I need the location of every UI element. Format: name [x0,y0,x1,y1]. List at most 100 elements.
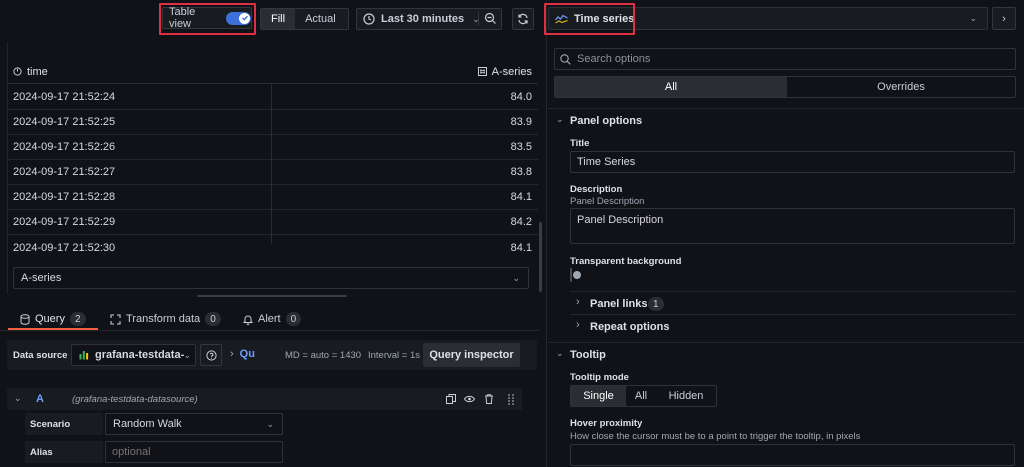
time-column-header[interactable]: time [13,66,48,78]
trash-icon[interactable] [484,394,494,404]
chevron-down-icon[interactable]: ⌄ [556,114,564,125]
vertical-scrollbar[interactable] [539,222,542,292]
alert-count-badge: 0 [285,312,302,326]
table-row: 2024-09-17 21:52:26 83.5 [8,135,538,160]
tabs-divider [0,330,540,331]
visualization-label: Time series [574,12,635,25]
tooltip-mode-label: Tooltip mode [570,372,629,383]
clock-icon [363,13,375,25]
fill-actual-group: Fill Actual [260,8,349,30]
collapse-chevron-icon[interactable]: ⌄ [14,393,22,404]
series-column-header[interactable]: A-series [477,66,532,78]
column-divider [271,84,272,244]
tooltip-title[interactable]: Tooltip [570,349,606,361]
table-row: 2024-09-17 21:52:25 83.9 [8,110,538,135]
tooltip-mode-all[interactable]: All [626,386,656,406]
check-icon [239,12,250,24]
chevron-right-icon[interactable]: › [576,319,580,331]
panel-links-title[interactable]: Panel links [590,298,647,310]
search-icon [560,53,571,65]
fill-button[interactable]: Fill [261,9,296,29]
table-row: 2024-09-17 21:52:27 83.8 [8,160,538,185]
max-data-points-text: MD = auto = 1430 [285,350,362,361]
options-tab-group: All Overrides [554,76,1016,98]
table-row: 2024-09-17 21:52:28 84.1 [8,185,538,210]
title-label: Title [570,138,590,149]
alias-input[interactable] [105,441,283,463]
chevron-right-icon: › [1002,12,1006,25]
chevron-right-icon[interactable]: › [576,296,580,308]
bell-icon [243,314,253,325]
pane-resize-handle[interactable] [197,295,347,297]
table-row: 2024-09-17 21:52:29 84.2 [8,210,538,235]
tab-query[interactable]: Query 2 [20,312,86,326]
section-divider [570,291,1015,292]
table-view-switch[interactable] [226,11,251,25]
search-placeholder: Search options [577,53,651,65]
actual-button[interactable]: Actual [295,13,346,25]
table-view-toggle-button[interactable]: Table view [162,6,252,30]
chevron-down-icon: ⌄ [183,349,191,360]
transform-count-badge: 0 [205,312,221,326]
chevron-down-icon[interactable]: ⌄ [556,348,564,359]
table-panel: time A-series 2024-09-17 21:52:24 84.0 20… [7,42,538,294]
tooltip-mode-group: Single All Hidden [570,385,717,407]
query-count-badge: 2 [69,312,86,326]
scenario-label-box: Scenario [25,413,103,435]
tooltip-mode-single[interactable]: Single [571,386,626,406]
scenario-label: Scenario [30,418,71,430]
query-source-text: (grafana-testdata-datasource) [72,394,198,405]
alias-label-box: Alias [25,441,103,463]
grafana-testdata-icon [79,350,89,360]
time-range-label: Last 30 minutes [381,13,465,25]
collapse-options-button[interactable]: › [992,7,1016,30]
tab-alert[interactable]: Alert 0 [243,312,302,326]
time-series-icon [555,14,568,24]
datasource-label: Data source [13,350,68,361]
datasource-picker[interactable]: grafana-testdata- ⌄ [71,344,196,366]
hover-proximity-input[interactable] [570,444,1015,466]
description-textarea[interactable]: Panel Description [570,208,1015,244]
panel-options-title[interactable]: Panel options [570,115,642,127]
database-icon [20,313,30,325]
datasource-help-button[interactable] [200,344,222,366]
section-divider [548,108,1024,109]
interval-text: Interval = 1s [368,350,421,361]
description-hint: Panel Description [570,196,645,207]
visualization-picker[interactable]: Time series ⌄ [548,7,988,30]
table-row: 2024-09-17 21:52:30 84.1 [13,241,532,254]
section-divider [548,342,1024,343]
refresh-icon [517,13,529,25]
query-inspector-button[interactable]: Query inspector [423,343,520,367]
eye-icon[interactable] [464,395,475,403]
query-letter: A [36,393,44,405]
zoom-out-icon[interactable] [478,12,497,25]
panel-links-count-badge: 1 [648,297,664,311]
description-label: Description [570,184,623,195]
scenario-select[interactable]: Random Walk ⌄ [105,413,283,435]
title-input[interactable]: Time Series [570,151,1015,173]
table-header: time A-series [8,60,538,84]
time-range-picker[interactable]: Last 30 minutes ⌄ [356,8,502,30]
query-options-toggle[interactable]: › Qu [230,348,255,360]
search-options-input[interactable]: Search options [554,48,1016,70]
transparent-background-switch[interactable] [570,268,581,282]
tooltip-mode-hidden[interactable]: Hidden [656,386,716,406]
clock-field-icon [13,67,22,76]
question-circle-icon [205,349,217,361]
hover-proximity-description: How close the cursor must be to a point … [570,431,861,442]
pane-divider[interactable] [546,0,547,467]
tab-all[interactable]: All [555,77,787,97]
repeat-options-title[interactable]: Repeat options [590,321,669,333]
duplicate-icon[interactable] [446,394,456,404]
table-row: 2024-09-17 21:52:24 84.0 [8,85,538,110]
tab-overrides[interactable]: Overrides [787,77,1015,97]
transparent-background-label: Transparent background [570,256,682,267]
chevron-right-icon: › [230,348,234,360]
tab-transform-data[interactable]: Transform data 0 [110,312,221,326]
refresh-button[interactable] [512,8,534,30]
transform-icon [110,313,121,325]
hover-proximity-label: Hover proximity [570,418,643,429]
drag-handle-icon[interactable] [508,394,514,405]
series-select[interactable]: A-series ⌄ [13,267,529,289]
